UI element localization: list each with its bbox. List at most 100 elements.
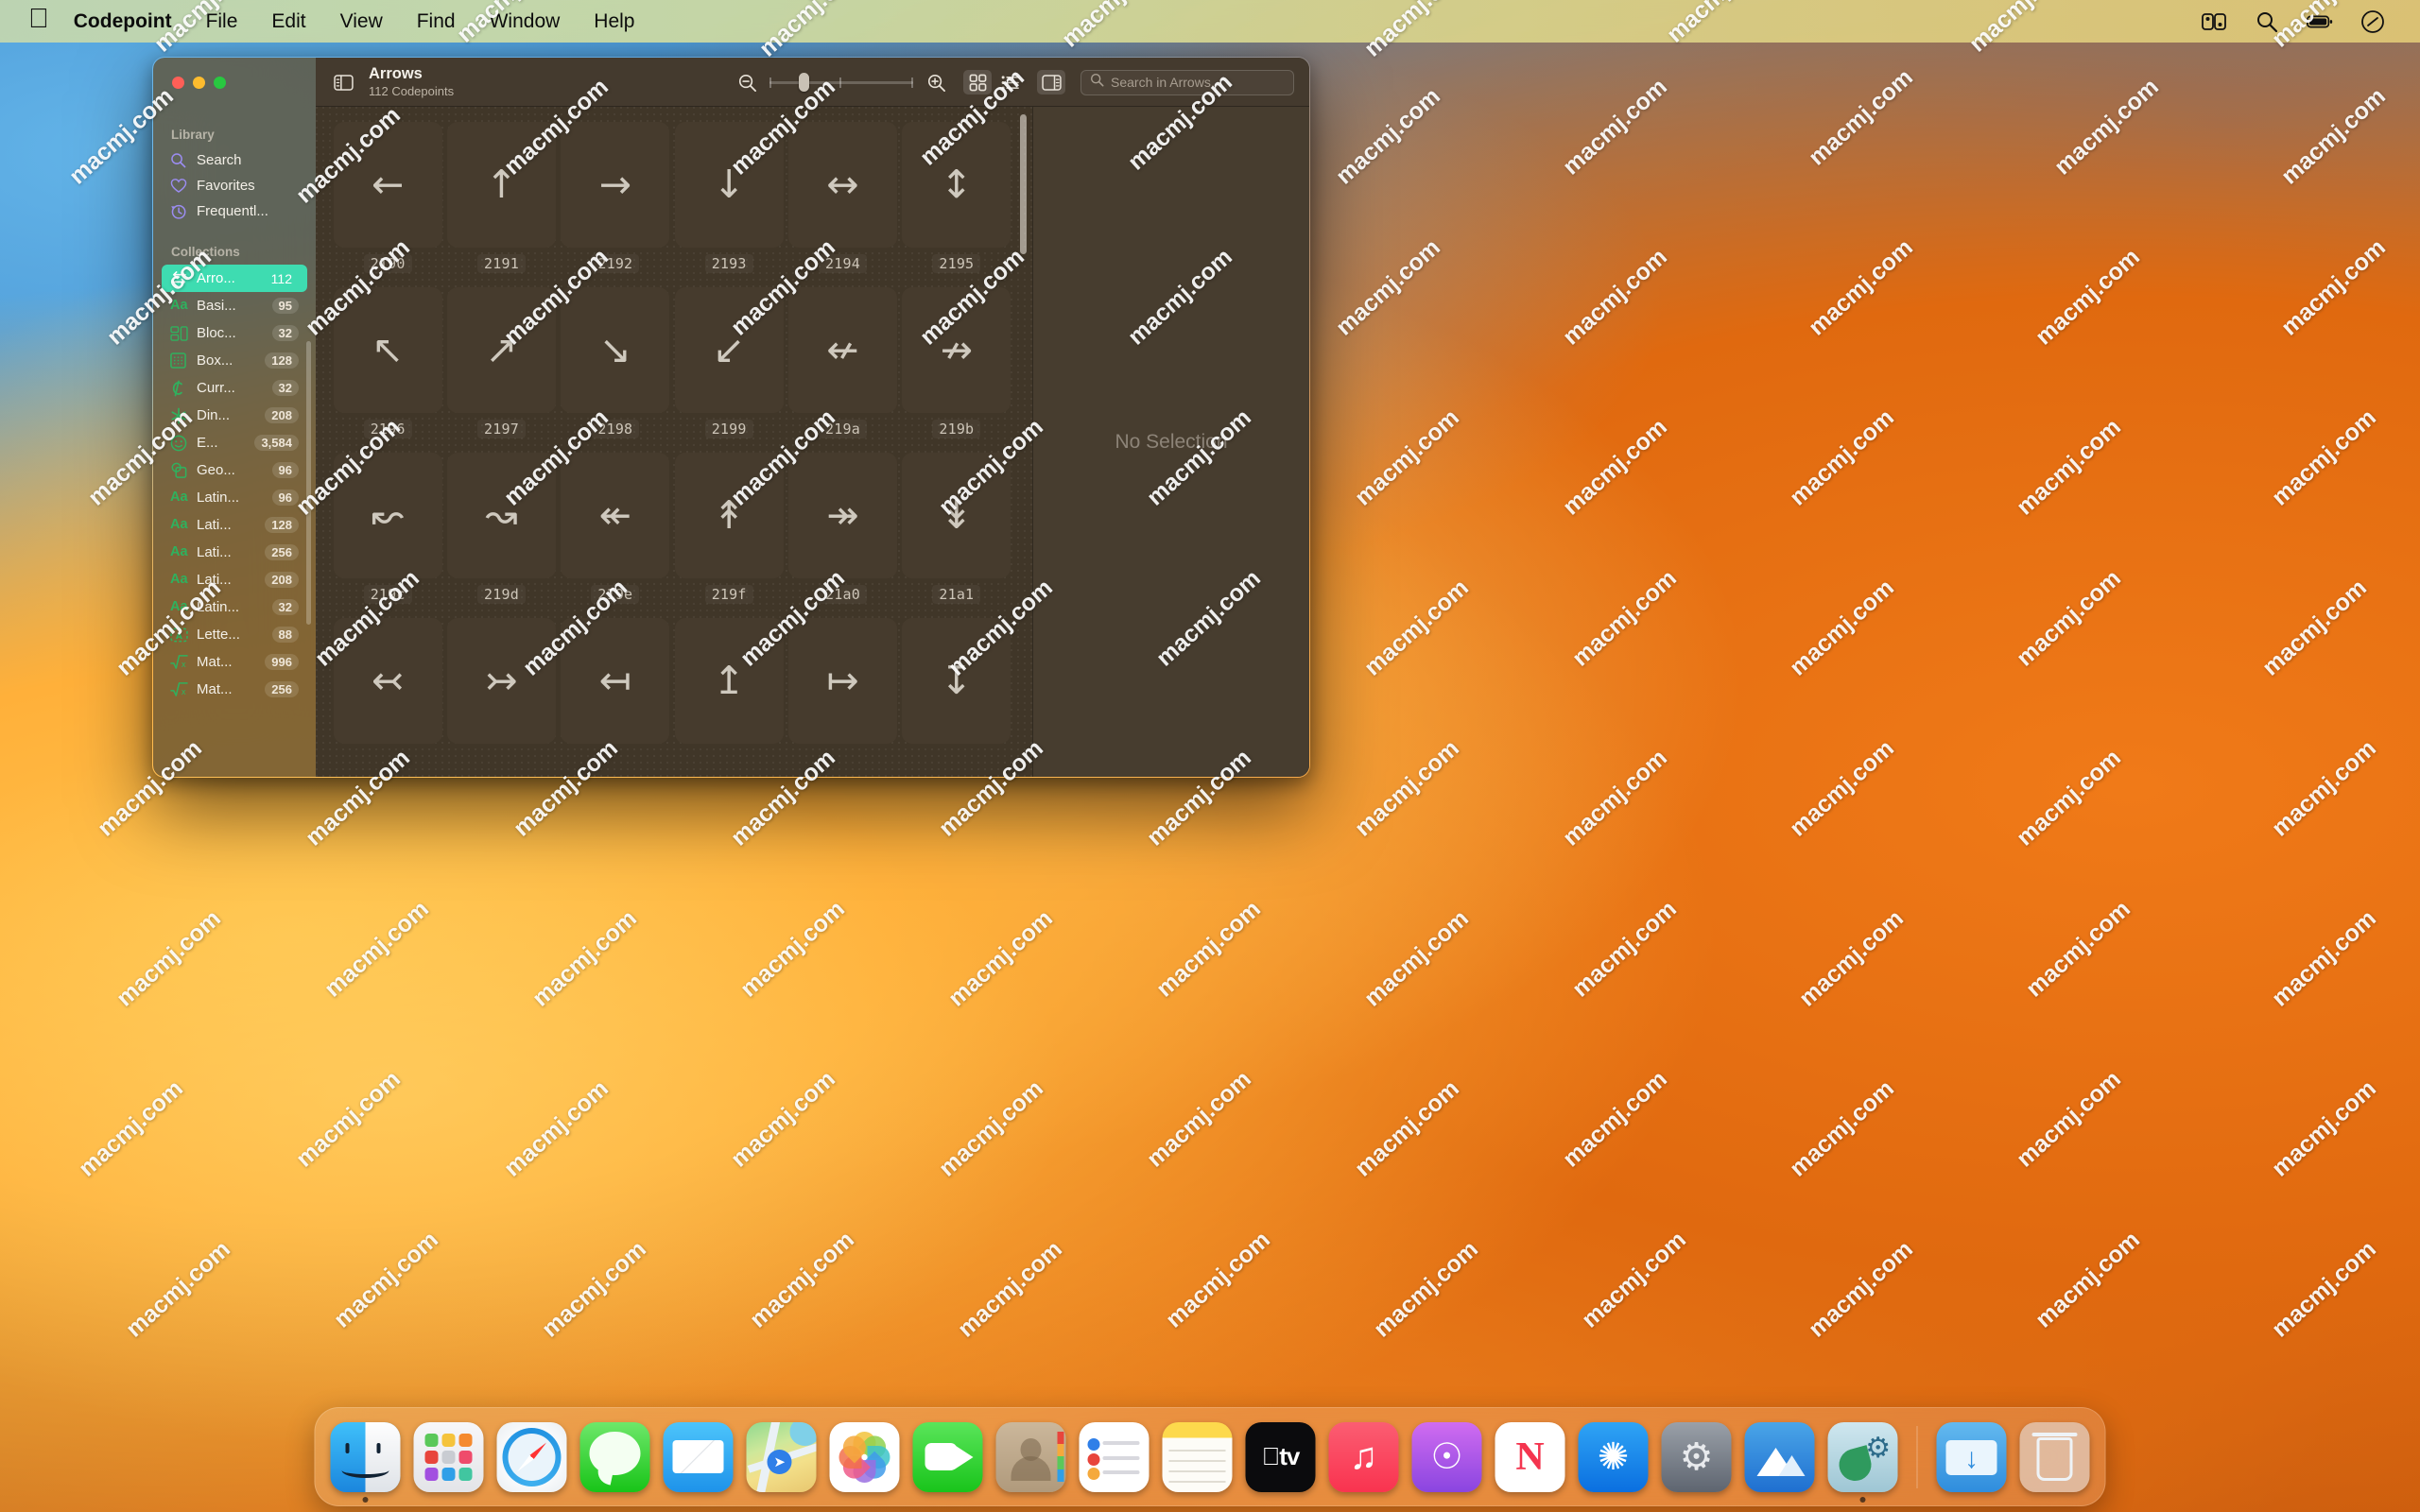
control-center-icon[interactable] <box>2201 9 2227 35</box>
codepoint-cell[interactable]: ↦21a6 <box>786 615 899 777</box>
sidebar-collection-din-5[interactable]: Din... 208 <box>162 402 307 429</box>
sidebar-scrollbar[interactable] <box>306 341 311 625</box>
sidebar-collection-label: Arro... <box>197 270 235 286</box>
grid-view-icon[interactable] <box>963 70 992 94</box>
codepoint-cell[interactable]: ↟ 219f <box>672 450 786 615</box>
dock-item-notes[interactable] <box>1162 1421 1233 1492</box>
menu-item-help[interactable]: Help <box>594 10 634 33</box>
codepoint-cell[interactable]: ↠ 21a0 <box>786 450 899 615</box>
codepoint-cell[interactable]: ↥21a5 <box>672 615 786 777</box>
codepoint-cell[interactable]: → 2192 <box>559 119 672 284</box>
dock-item-news[interactable]: N <box>1495 1421 1565 1492</box>
codepoint-glyph: ↕ <box>902 122 1011 248</box>
dock-item-green-tool-app[interactable]: ⚙ <box>1827 1421 1898 1503</box>
app-store-icon: ✺ <box>1578 1421 1649 1492</box>
codepoint-cell[interactable]: ↖ 2196 <box>331 284 444 450</box>
sidebar-collection-bloc-2[interactable]: Bloc... 32 <box>162 319 307 347</box>
search-field[interactable] <box>1080 69 1294 95</box>
codepoint-cell[interactable]: ↧21a7 <box>900 615 1013 777</box>
sidebar-collection-lati-11[interactable]: Aa Lati... 208 <box>162 566 307 593</box>
sidebar-collection-box-3[interactable]: Box... 128 <box>162 347 307 374</box>
sidebar-collection-geo-7[interactable]: Geo... 96 <box>162 456 307 484</box>
dock-item-trash[interactable] <box>2019 1421 2090 1492</box>
menu-item-window[interactable]: Window <box>490 10 561 33</box>
dock-item-reminders[interactable] <box>1079 1421 1150 1492</box>
menu-item-edit[interactable]: Edit <box>271 10 305 33</box>
dock-item-facetime[interactable] <box>912 1421 983 1492</box>
sidebar-item-favorites[interactable]: Favorites <box>162 173 307 198</box>
sidebar-collection-count: 95 <box>271 298 299 314</box>
dock-item-appstore[interactable]: ✺ <box>1578 1421 1649 1492</box>
dock-item-blue-app[interactable] <box>1744 1421 1815 1492</box>
codepoint-cell[interactable]: ↝ 219d <box>444 450 558 615</box>
zoom-in-icon[interactable] <box>922 70 950 94</box>
sidebar-collection-count: 256 <box>265 544 299 560</box>
dock-item-music[interactable]: ♫ <box>1328 1421 1399 1492</box>
sidebar-collection-basi-1[interactable]: Aa Basi... 95 <box>162 292 307 319</box>
search-icon[interactable] <box>2254 9 2280 35</box>
sidebar-toggle-icon[interactable] <box>329 70 357 94</box>
inspector-toggle-icon[interactable] <box>1037 70 1065 94</box>
dock-item-system-settings[interactable]: ⚙ <box>1661 1421 1732 1492</box>
sidebar-collection-mat-14[interactable]: x Mat... 996 <box>162 648 307 676</box>
dock-item-mail[interactable] <box>663 1421 734 1492</box>
siri-icon[interactable] <box>2360 9 2386 35</box>
codepoint-cell[interactable]: ↣21a3 <box>444 615 558 777</box>
menu-item-view[interactable]: View <box>340 10 383 33</box>
codepoint-cell[interactable]: ↤21a4 <box>559 615 672 777</box>
codepoint-cell[interactable]: ↛ 219b <box>900 284 1013 450</box>
dock-item-downloads[interactable]: ↓ <box>1936 1421 2007 1492</box>
zoom-out-icon[interactable] <box>733 70 761 94</box>
aa-icon: Aa <box>170 544 188 560</box>
sidebar-collection-latin-12[interactable]: Aa Latin... 32 <box>162 593 307 621</box>
codepoint-hex-label: 2196 <box>363 420 412 438</box>
dock-item-photos[interactable] <box>829 1421 900 1492</box>
sidebar-collection-arro-0[interactable]: Arro... 112 <box>162 265 307 292</box>
body-area: ← 2190 ↑ 2191 → 2192 ↓ 2193 ↔ 2194 ↕ 2195 ↖ 2196 ↗ 2197… <box>316 107 1309 777</box>
sidebar-collection-lette-13[interactable]: A Lette... 88 <box>162 621 307 648</box>
slider-knob[interactable] <box>799 73 809 92</box>
menu-item-file[interactable]: File <box>206 10 238 33</box>
dock-item-finder[interactable] <box>330 1421 401 1503</box>
codepoint-cell[interactable]: ↕ 2195 <box>900 119 1013 284</box>
list-view-icon[interactable] <box>995 70 1024 94</box>
codepoint-cell[interactable]: ↗ 2197 <box>444 284 558 450</box>
codepoint-cell[interactable]: ↘ 2198 <box>559 284 672 450</box>
sidebar-item-frequently-used[interactable]: Frequentl... <box>162 198 307 224</box>
codepoint-cell[interactable]: ↓ 2193 <box>672 119 786 284</box>
codepoint-cell[interactable]: ↢21a2 <box>331 615 444 777</box>
sidebar-collection-lati-9[interactable]: Aa Lati... 128 <box>162 511 307 539</box>
dock-item-podcasts[interactable]: ☉ <box>1411 1421 1482 1492</box>
dock-item-tv[interactable]: tv <box>1245 1421 1316 1492</box>
menu-item-find[interactable]: Find <box>417 10 456 33</box>
sidebar-collection-curr-4[interactable]: Curr... 32 <box>162 374 307 402</box>
dock-item-launchpad[interactable] <box>413 1421 484 1492</box>
battery-icon[interactable] <box>2307 9 2333 35</box>
codepoint-cell[interactable]: ↡ 21a1 <box>900 450 1013 615</box>
zoom-button[interactable] <box>214 76 226 89</box>
grid-scrollbar[interactable] <box>1020 114 1027 254</box>
codepoint-cell[interactable]: ↙ 2199 <box>672 284 786 450</box>
codepoint-cell[interactable]: ↔ 2194 <box>786 119 899 284</box>
close-button[interactable] <box>172 76 184 89</box>
codepoint-cell[interactable]: ↜ 219c <box>331 450 444 615</box>
codepoint-cell[interactable]: ↞ 219e <box>559 450 672 615</box>
apple-menu-icon[interactable]:  <box>28 6 49 33</box>
sidebar-collection-mat-15[interactable]: x Mat... 256 <box>162 676 307 703</box>
codepoint-cell[interactable]: ← 2190 <box>331 119 444 284</box>
sidebar-collection-latin-8[interactable]: Aa Latin... 96 <box>162 484 307 511</box>
codepoint-cell[interactable]: ↚ 219a <box>786 284 899 450</box>
search-input[interactable] <box>1111 75 1285 90</box>
sidebar-collection-e-6[interactable]: E... 3,584 <box>162 429 307 456</box>
sidebar-item-search[interactable]: Search <box>162 147 307 173</box>
sidebar-collection-lati-10[interactable]: Aa Lati... 256 <box>162 539 307 566</box>
menu-item-codepoint[interactable]: Codepoint <box>74 10 172 33</box>
dock-item-messages[interactable] <box>579 1421 650 1492</box>
codepoint-cell[interactable]: ↑ 2191 <box>444 119 558 284</box>
dock-item-maps[interactable]: ➤ <box>746 1421 817 1492</box>
dock-item-contacts[interactable] <box>995 1421 1066 1492</box>
minimize-button[interactable] <box>193 76 205 89</box>
zoom-slider[interactable] <box>769 73 913 92</box>
dock-item-safari[interactable] <box>496 1421 567 1492</box>
codepoint-glyph: ↢ <box>333 618 442 744</box>
